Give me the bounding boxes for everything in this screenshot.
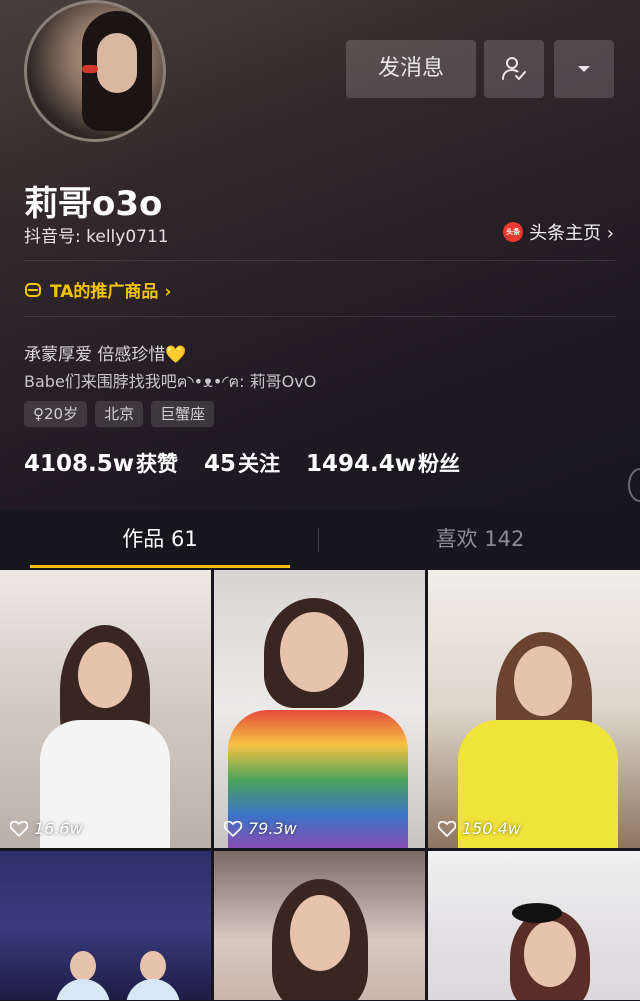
stat-followers-value: 1494.4w	[306, 451, 417, 477]
heart-icon	[224, 820, 242, 837]
promo-products-link[interactable]: TA的推广商品 ›	[24, 277, 171, 302]
heart-icon	[438, 820, 456, 837]
tag-location: 北京	[95, 401, 144, 427]
video-thumbnail[interactable]: 79.3w	[214, 570, 425, 848]
stat-followers-label: 粉丝	[418, 452, 461, 476]
bio-line-1: 承蒙厚爱 倍感珍惜💛	[24, 345, 187, 365]
tag-age: ♀20岁	[24, 401, 88, 427]
heart-icon	[10, 820, 28, 837]
promo-label: TA的推广商品 ›	[50, 282, 172, 302]
video-thumbnail[interactable]: 16.6w	[0, 570, 211, 848]
profile-stats: 4108.5w获赞 45关注 1494.4w粉丝	[24, 448, 460, 478]
user-check-icon	[502, 57, 526, 80]
tab-works[interactable]: 作品 61	[0, 510, 320, 568]
video-likes: 16.6w	[10, 819, 83, 838]
video-likes-count: 150.4w	[462, 819, 521, 838]
divider	[24, 260, 616, 261]
more-dropdown-button[interactable]	[554, 40, 614, 98]
video-likes-count: 16.6w	[34, 819, 83, 838]
stat-following-label: 关注	[238, 452, 281, 476]
video-thumbnail[interactable]: 150.4w	[428, 570, 640, 848]
stat-following-value: 45	[204, 451, 237, 477]
toutiao-logo-icon: 头条	[503, 222, 524, 242]
tag-zodiac: 巨蟹座	[151, 401, 215, 427]
send-message-button[interactable]: 发消息	[346, 40, 476, 98]
toutiao-homepage-link[interactable]: 头条 头条主页 ›	[503, 219, 614, 245]
profile-tags: ♀20岁 北京 巨蟹座	[24, 401, 215, 427]
video-likes: 150.4w	[438, 819, 521, 838]
video-thumbnail[interactable]	[428, 851, 640, 1000]
video-likes: 79.3w	[224, 819, 297, 838]
toutiao-label: 头条主页 ›	[529, 223, 614, 244]
stat-likes-value: 4108.5w	[24, 451, 135, 477]
follow-button[interactable]	[484, 40, 544, 98]
video-thumbnail[interactable]	[214, 851, 425, 1000]
stat-followers[interactable]: 1494.4w粉丝	[306, 448, 460, 478]
stat-likes: 4108.5w获赞	[24, 448, 178, 478]
content-tabs: 作品 61 喜欢 142	[0, 510, 640, 568]
shopping-bag-icon	[25, 282, 41, 297]
bio-line-2: Babe们来围脖找我吧ฅ◝•ᴥ•◜ฅ: 莉哥OvO	[24, 372, 317, 391]
stat-likes-label: 获赞	[136, 452, 179, 476]
caret-down-icon	[578, 66, 590, 72]
tab-separator	[318, 528, 319, 552]
douyin-id: 抖音号: kelly0711	[24, 227, 169, 247]
video-likes-count: 79.3w	[248, 819, 297, 838]
video-thumbnail[interactable]	[0, 851, 211, 1000]
profile-name: 莉哥o3o	[24, 184, 163, 224]
stat-following[interactable]: 45关注	[204, 448, 280, 478]
avatar[interactable]	[24, 0, 166, 142]
divider	[24, 316, 616, 317]
tab-liked[interactable]: 喜欢 142	[320, 510, 640, 568]
video-grid: 16.6w 79.3w 150.4w	[0, 570, 640, 1001]
